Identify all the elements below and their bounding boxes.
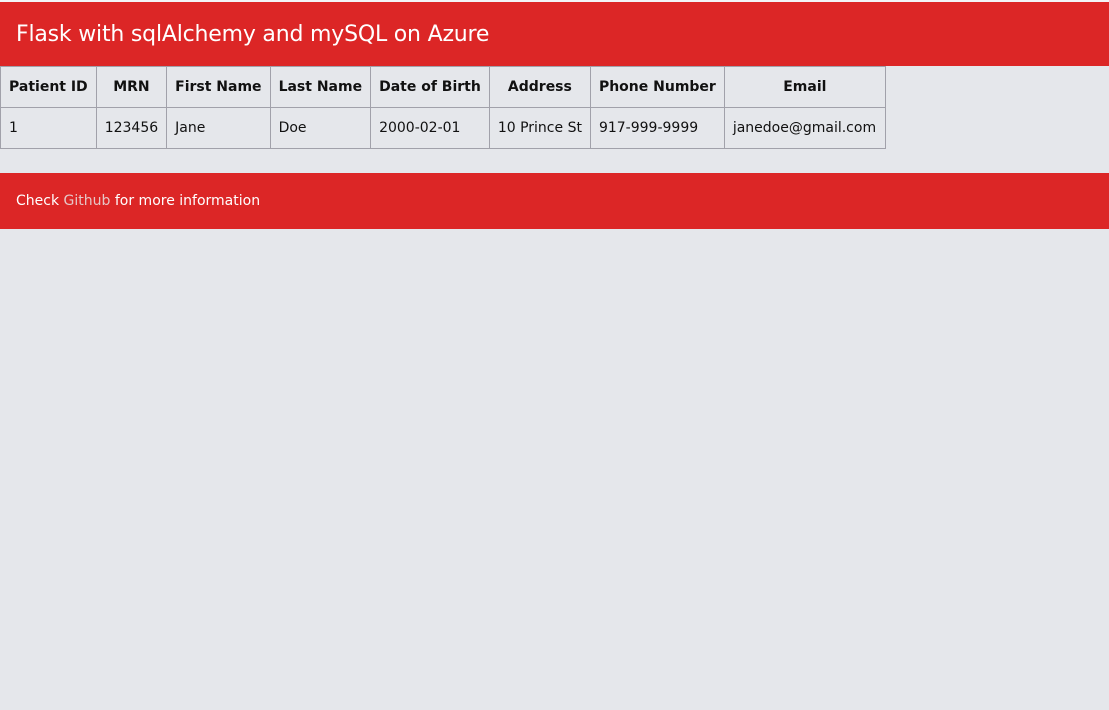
column-header-first-name: First Name (166, 66, 271, 108)
cell-date-of-birth: 2000-02-01 (370, 107, 490, 149)
column-header-patient-id: Patient ID (0, 66, 97, 108)
footer-suffix: for more information (114, 193, 261, 209)
column-header-email: Email (723, 66, 886, 108)
footer-prefix: Check (16, 193, 60, 209)
cell-address: 10 Prince St (488, 107, 591, 149)
column-header-address: Address (488, 66, 591, 108)
page-title: Flask with sqlAlchemy and mySQL on Azure (16, 21, 490, 47)
table-header-row: Patient ID MRN First Name Last Name Date… (0, 66, 886, 108)
column-header-last-name: Last Name (269, 66, 372, 108)
cell-email: janedoe@gmail.com (723, 107, 886, 149)
cell-patient-id: 1 (0, 107, 97, 149)
column-header-phone-number: Phone Number (589, 66, 725, 108)
column-header-date-of-birth: Date of Birth (370, 66, 490, 108)
patients-table: Patient ID MRN First Name Last Name Date… (0, 66, 886, 149)
table-row: 1 123456 Jane Doe 2000-02-01 10 Prince S… (0, 107, 886, 149)
page-header: Flask with sqlAlchemy and mySQL on Azure (0, 2, 1109, 66)
column-header-mrn: MRN (95, 66, 168, 108)
page-footer: Check Github for more information (0, 173, 1109, 229)
cell-last-name: Doe (269, 107, 372, 149)
cell-first-name: Jane (166, 107, 271, 149)
cell-phone-number: 917-999-9999 (589, 107, 725, 149)
cell-mrn: 123456 (95, 107, 168, 149)
github-link[interactable]: Github (64, 193, 111, 209)
